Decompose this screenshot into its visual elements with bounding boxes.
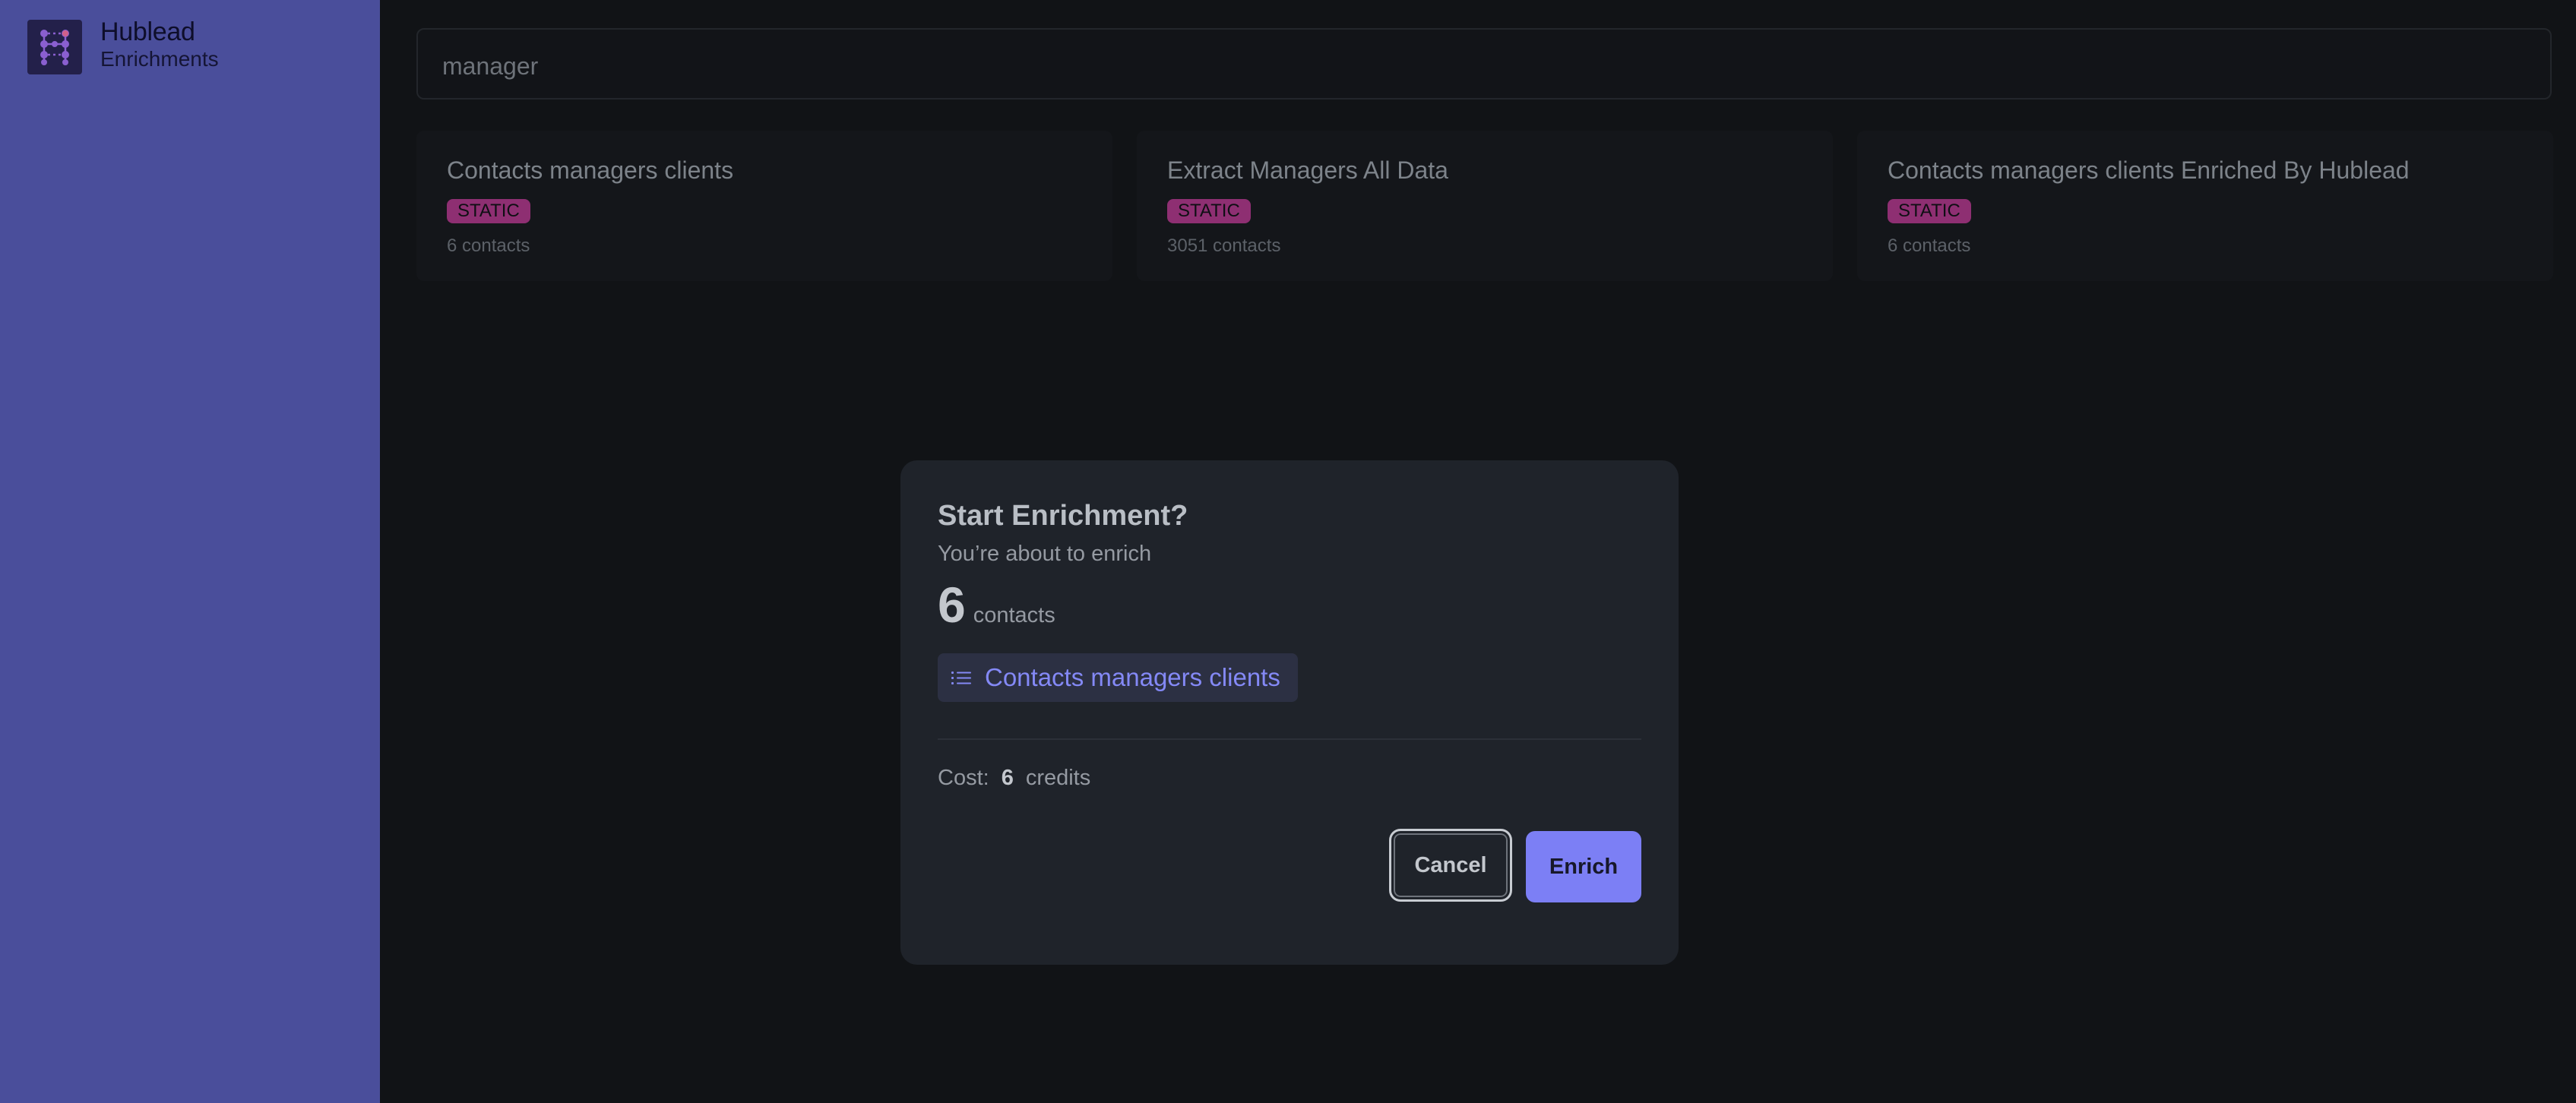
hublead-logo-icon — [27, 20, 82, 74]
cancel-button[interactable]: Cancel — [1389, 829, 1512, 902]
list-card[interactable]: Extract Managers All Data STATIC 3051 co… — [1137, 131, 1833, 281]
search-input-value: manager — [442, 52, 539, 80]
search-input[interactable]: manager — [416, 28, 2552, 100]
cost-summary: Cost: 6 credits — [938, 766, 1090, 791]
brand[interactable]: Hublead Enrichments — [27, 18, 219, 74]
divider — [938, 738, 1641, 740]
enrich-button[interactable]: Enrich — [1526, 831, 1641, 902]
app-window: Hublead Enrichments manager Contacts man… — [0, 0, 2576, 1103]
dialog-subtitle: You’re about to enrich — [938, 542, 1152, 566]
brand-name: Hublead — [100, 17, 195, 46]
list-type-badge: STATIC — [1888, 199, 1971, 223]
list-card[interactable]: Contacts managers clients STATIC 6 conta… — [416, 131, 1112, 281]
enrichment-dialog: Start Enrichment? You’re about to enrich… — [900, 460, 1679, 965]
dialog-title: Start Enrichment? — [938, 500, 1188, 532]
list-card-title: Contacts managers clients — [447, 156, 734, 184]
brand-subtitle: Enrichments — [100, 47, 219, 71]
list-card[interactable]: Contacts managers clients Enriched By Hu… — [1857, 131, 2553, 281]
list-card-count: 3051 contacts — [1167, 235, 1281, 256]
contact-count: 6 contacts — [938, 574, 1055, 635]
selected-list-chip: Contacts managers clients — [938, 653, 1298, 702]
list-card-title: Contacts managers clients Enriched By Hu… — [1888, 156, 2410, 184]
list-card-count: 6 contacts — [1888, 235, 1971, 256]
cost-label: Cost: — [938, 766, 989, 790]
list-type-badge: STATIC — [447, 199, 530, 223]
cost-unit: credits — [1025, 766, 1091, 790]
list-type-badge: STATIC — [1167, 199, 1251, 223]
contact-count-number: 6 — [938, 577, 966, 633]
list-icon — [951, 672, 971, 684]
list-card-title: Extract Managers All Data — [1167, 156, 1448, 184]
cost-value: 6 — [1001, 766, 1014, 790]
contact-count-unit: contacts — [973, 603, 1055, 627]
list-card-count: 6 contacts — [447, 235, 530, 256]
sidebar: Hublead Enrichments — [0, 0, 380, 1103]
selected-list-name: Contacts managers clients — [985, 663, 1280, 691]
